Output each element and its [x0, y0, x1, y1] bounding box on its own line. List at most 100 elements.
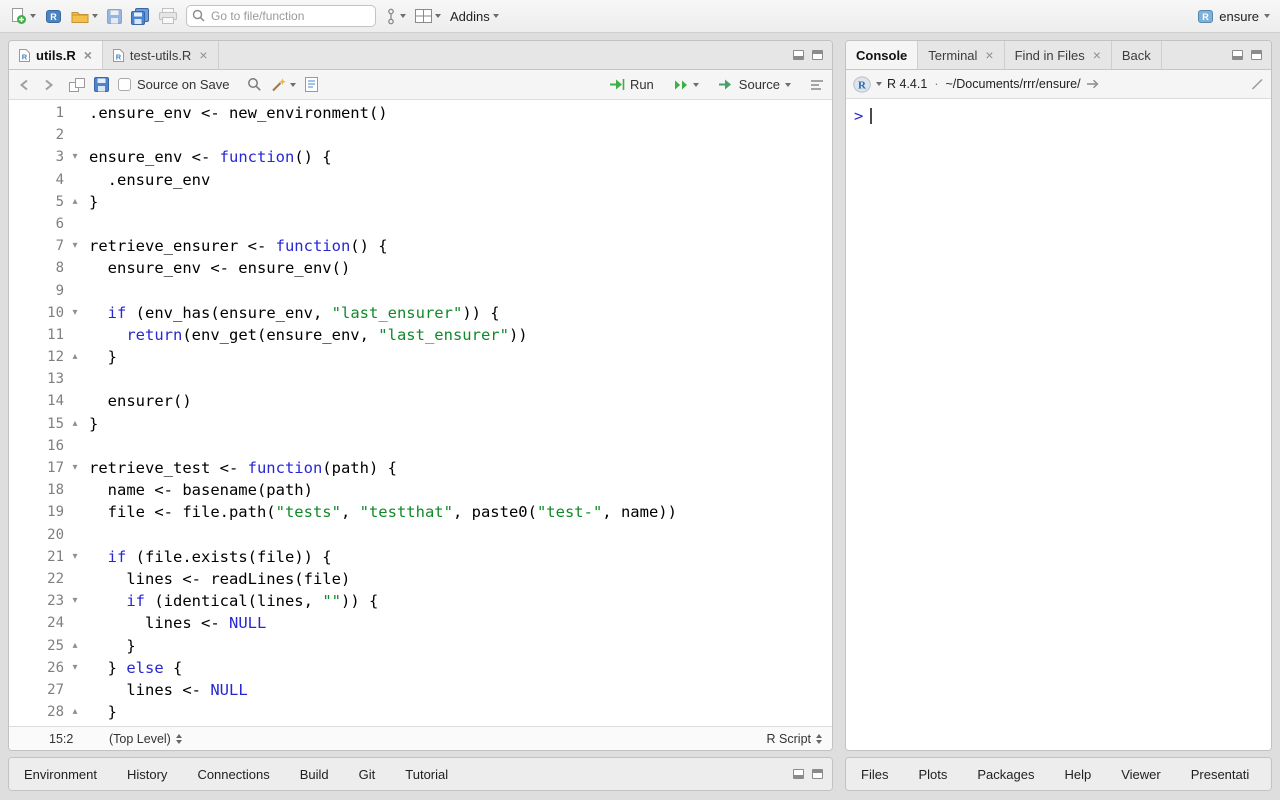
maximize-pane-icon[interactable]	[812, 769, 823, 779]
tab-help[interactable]: Help	[1049, 758, 1106, 790]
code-line[interactable]: 10▾ if (env_has(ensure_env, "last_ensure…	[9, 302, 832, 324]
save-all-button[interactable]	[131, 8, 150, 25]
close-tab-icon[interactable]: ×	[84, 48, 92, 62]
tab-connections[interactable]: Connections	[182, 758, 284, 790]
fold-toggle-icon[interactable]: ▴	[67, 635, 83, 657]
save-icon[interactable]	[94, 77, 109, 92]
code-line[interactable]: 25▴ }	[9, 635, 832, 657]
show-in-new-window-icon[interactable]	[69, 78, 85, 92]
fold-toggle-icon[interactable]: ▾	[67, 235, 83, 257]
code-line[interactable]: 9	[9, 280, 832, 302]
clear-console-icon[interactable]	[1250, 77, 1264, 91]
scope-selector[interactable]: (Top Level)	[109, 732, 182, 746]
minimize-pane-icon[interactable]	[793, 50, 804, 60]
close-tab-icon[interactable]: ×	[985, 48, 993, 62]
fold-toggle-icon[interactable]: ▾	[67, 457, 83, 479]
console-tab-Console[interactable]: Console	[846, 41, 918, 69]
forward-icon[interactable]	[41, 79, 56, 91]
close-tab-icon[interactable]: ×	[199, 48, 207, 62]
fold-toggle-icon[interactable]: ▾	[67, 146, 83, 168]
minimize-pane-icon[interactable]	[1232, 50, 1243, 60]
project-menu[interactable]: R ensure	[1197, 8, 1270, 25]
new-project-button[interactable]: R	[45, 8, 62, 25]
tab-tutorial[interactable]: Tutorial	[390, 758, 463, 790]
code-line[interactable]: 12▴ }	[9, 346, 832, 368]
tab-build[interactable]: Build	[285, 758, 344, 790]
tab-environment[interactable]: Environment	[9, 758, 112, 790]
tab-history[interactable]: History	[112, 758, 182, 790]
run-button[interactable]: Run	[609, 77, 654, 92]
code-line[interactable]: 7▾retrieve_ensurer <- function() {	[9, 235, 832, 257]
tab-plots[interactable]: Plots	[903, 758, 962, 790]
new-file-button[interactable]	[10, 8, 36, 25]
console-tab-Back[interactable]: Back	[1112, 41, 1162, 69]
code-line[interactable]: 4 .ensure_env	[9, 169, 832, 191]
fold-toggle-icon[interactable]: ▴	[67, 191, 83, 213]
fold-toggle-icon[interactable]: ▴	[67, 701, 83, 723]
chevron-down-icon[interactable]	[876, 82, 882, 86]
code-area[interactable]: 1.ensure_env <- new_environment()23▾ensu…	[9, 100, 832, 726]
fold-toggle-icon[interactable]: ▴	[67, 413, 83, 435]
open-file-button[interactable]	[71, 9, 98, 24]
goto-file-input[interactable]	[186, 5, 376, 27]
close-tab-icon[interactable]: ×	[1093, 48, 1101, 62]
code-line[interactable]: 2	[9, 124, 832, 146]
fold-toggle-icon[interactable]: ▴	[67, 346, 83, 368]
doc-type-selector[interactable]: R Script	[767, 732, 822, 746]
code-line[interactable]: 17▾retrieve_test <- function(path) {	[9, 457, 832, 479]
tab-git[interactable]: Git	[344, 758, 391, 790]
maximize-pane-icon[interactable]	[1251, 50, 1262, 60]
version-control-button[interactable]	[385, 8, 406, 25]
code-line[interactable]: 26▾ } else {	[9, 657, 832, 679]
compile-report-icon[interactable]	[305, 77, 318, 92]
console-output[interactable]: >	[846, 99, 1271, 750]
minimize-pane-icon[interactable]	[793, 769, 804, 779]
code-line[interactable]: 15▴}	[9, 413, 832, 435]
code-line[interactable]: 3▾ensure_env <- function() {	[9, 146, 832, 168]
code-line[interactable]: 11 return(env_get(ensure_env, "last_ensu…	[9, 324, 832, 346]
code-line[interactable]: 18 name <- basename(path)	[9, 479, 832, 501]
go-to-directory-icon[interactable]	[1086, 79, 1100, 89]
code-line[interactable]: 24 lines <- NULL	[9, 612, 832, 634]
code-line[interactable]: 22 lines <- readLines(file)	[9, 568, 832, 590]
fold-toggle-icon[interactable]: ▾	[67, 302, 83, 324]
code-line[interactable]: 16	[9, 435, 832, 457]
editor-tab-test-utils.R[interactable]: Rtest-utils.R×	[103, 41, 219, 69]
print-button[interactable]	[159, 8, 177, 24]
source-on-save-checkbox[interactable]	[118, 78, 131, 91]
tab-files[interactable]: Files	[846, 758, 903, 790]
code-line[interactable]: 28▴ }	[9, 701, 832, 723]
code-line[interactable]: 20	[9, 524, 832, 546]
r-logo-icon[interactable]: R	[853, 76, 871, 93]
code-line[interactable]: 23▾ if (identical(lines, "")) {	[9, 590, 832, 612]
console-tab-Terminal[interactable]: Terminal×	[918, 41, 1004, 69]
document-outline-icon[interactable]	[810, 79, 824, 91]
find-replace-icon[interactable]	[247, 77, 262, 92]
console-tab-Find in Files[interactable]: Find in Files×	[1005, 41, 1112, 69]
maximize-pane-icon[interactable]	[812, 50, 823, 60]
fold-toggle-icon[interactable]: ▾	[67, 657, 83, 679]
code-line[interactable]: 21▾ if (file.exists(file)) {	[9, 546, 832, 568]
code-line[interactable]: 5▴}	[9, 191, 832, 213]
tab-presentati[interactable]: Presentati	[1176, 758, 1265, 790]
code-line[interactable]: 27 lines <- NULL	[9, 679, 832, 701]
source-button[interactable]: Source	[718, 77, 791, 92]
code-line[interactable]: 19 file <- file.path("tests", "testthat"…	[9, 501, 832, 523]
code-tools-button[interactable]	[271, 77, 296, 92]
addins-menu[interactable]: Addins	[450, 9, 499, 24]
code-line[interactable]: 8 ensure_env <- ensure_env()	[9, 257, 832, 279]
pane-layout-button[interactable]	[415, 9, 441, 23]
tab-packages[interactable]: Packages	[962, 758, 1049, 790]
save-button[interactable]	[107, 9, 122, 24]
code-text: .ensure_env <- new_environment()	[83, 102, 388, 124]
rerun-button[interactable]	[671, 79, 699, 91]
code-line[interactable]: 6	[9, 213, 832, 235]
code-line[interactable]: 1.ensure_env <- new_environment()	[9, 102, 832, 124]
back-icon[interactable]	[17, 79, 32, 91]
fold-toggle-icon[interactable]: ▾	[67, 590, 83, 612]
code-line[interactable]: 14 ensurer()	[9, 390, 832, 412]
editor-tab-utils.R[interactable]: Rutils.R×	[9, 41, 103, 69]
tab-viewer[interactable]: Viewer	[1106, 758, 1176, 790]
code-line[interactable]: 13	[9, 368, 832, 390]
fold-toggle-icon[interactable]: ▾	[67, 546, 83, 568]
